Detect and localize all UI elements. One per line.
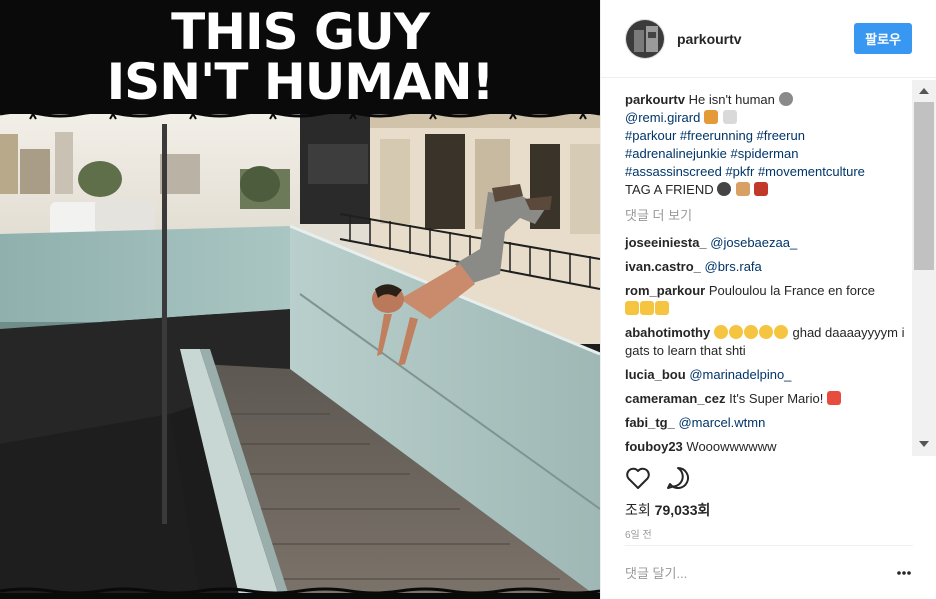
comment-mention[interactable]: @josebaezaa_ — [710, 235, 797, 250]
load-more-comments[interactable]: 댓글 더 보기 — [625, 205, 913, 224]
comment-item: cameraman_cez It's Super Mario! — [625, 390, 907, 408]
comment-item: joseeiniesta_ @josebaezaa_ — [625, 234, 907, 252]
caption-hashtags-1[interactable]: #parkour #freerunning #freerun — [625, 127, 907, 145]
comments-list: parkourtv He isn't human @remi.girard #p… — [601, 79, 913, 457]
comment-item: rom_parkour Pouloulou la France en force — [625, 282, 907, 318]
comment-item: fouboy23 Wooowwwwww — [625, 438, 907, 456]
comments-scrollbar[interactable] — [912, 80, 936, 456]
post-video[interactable]: THIS GUY ISN'T HUMAN! — [0, 0, 600, 599]
comment-username[interactable]: cameraman_cez — [625, 391, 725, 406]
screaming-face-emoji-icon — [758, 325, 773, 339]
video-title-line-2: ISN'T HUMAN! — [106, 53, 495, 111]
post-date[interactable]: 6일 전 — [625, 526, 652, 541]
dash-emoji-icon — [722, 110, 737, 124]
add-comment-input[interactable]: 댓글 달기... — [625, 563, 687, 582]
caption-hashtags-3[interactable]: #assassinscreed #pkfr #movementculture — [625, 163, 907, 181]
comment-text: Pouloulou la France en force — [708, 283, 876, 298]
scrollbar-thumb — [914, 102, 934, 270]
comment-text: Wooowwwwww — [686, 439, 777, 454]
post-side-panel: parkourtv 팔로우 parkourtv He isn't human @… — [600, 0, 936, 599]
barbed-wire-bottom — [0, 587, 600, 599]
comment-username[interactable]: abahotimothy — [625, 325, 710, 340]
avatar-image — [626, 19, 664, 58]
screaming-face-emoji-icon — [743, 325, 758, 339]
couple-emoji-icon — [754, 182, 769, 196]
thumbs-up-emoji-icon — [625, 301, 639, 315]
comment-mention[interactable]: @brs.rafa — [705, 259, 762, 274]
video-title-band: THIS GUY ISN'T HUMAN! — [0, 0, 600, 114]
view-count-label: 조회 — [625, 502, 651, 518]
heart-icon[interactable] — [625, 466, 651, 490]
thumbs-up-emoji-icon — [640, 301, 654, 315]
collision-emoji-icon — [826, 391, 841, 405]
caption-tag-text: TAG A FRIEND — [625, 182, 714, 197]
comment-username[interactable]: lucia_bou — [625, 367, 686, 382]
caption: parkourtv He isn't human @remi.girard #p… — [625, 91, 907, 199]
speech-bubble-icon[interactable] — [665, 466, 691, 490]
follow-button[interactable]: 팔로우 — [854, 23, 912, 54]
more-options-icon[interactable] — [896, 569, 912, 577]
comment-username[interactable]: joseeiniesta_ — [625, 235, 707, 250]
view-count: 조회 79,033회 — [625, 500, 710, 520]
flexed-biceps-emoji-icon — [655, 301, 669, 315]
comment-username[interactable]: fabi_tg_ — [625, 415, 675, 430]
post-header: parkourtv 팔로우 — [601, 0, 936, 78]
comment-username[interactable]: ivan.castro_ — [625, 259, 701, 274]
caption-hashtags-2[interactable]: #adrenalinejunkie #spiderman — [625, 145, 907, 163]
post-actions — [625, 466, 913, 490]
post-author-username[interactable]: parkourtv — [677, 31, 854, 47]
comment-mention[interactable]: @marinadelpino_ — [689, 367, 791, 382]
video-frame-scene — [0, 114, 600, 599]
people-emoji-icon — [717, 182, 732, 196]
comment-text: It's Super Mario! — [729, 391, 824, 406]
comment-item: ivan.castro_ @brs.rafa — [625, 258, 907, 276]
pointing-hand-emoji-icon — [735, 182, 750, 196]
screaming-face-emoji-icon — [773, 325, 788, 339]
caption-username[interactable]: parkourtv — [625, 92, 685, 107]
screaming-face-emoji-icon — [728, 325, 743, 339]
caption-mention[interactable]: @remi.girard — [625, 110, 700, 125]
comment-item: fabi_tg_ @marcel.wtmn — [625, 414, 907, 432]
avatar[interactable] — [625, 18, 665, 59]
comment-mention[interactable]: @marcel.wtmn — [678, 415, 765, 430]
barbed-wire-top — [0, 108, 600, 120]
comment-username[interactable]: fouboy23 — [625, 439, 683, 454]
alien-face-emoji-icon — [778, 92, 793, 106]
divider — [625, 545, 913, 546]
runner-emoji-icon — [703, 110, 718, 124]
video-title-line-1: THIS GUY — [171, 3, 430, 61]
caption-text: He isn't human — [688, 92, 775, 107]
view-count-value: 79,033회 — [654, 502, 711, 518]
screaming-face-emoji-icon — [713, 325, 728, 339]
comment-item: lucia_bou @marinadelpino_ — [625, 366, 907, 384]
comment-username[interactable]: rom_parkour — [625, 283, 705, 298]
comment-item: abahotimothy ghad daaaayyyym i gats to l… — [625, 324, 907, 360]
